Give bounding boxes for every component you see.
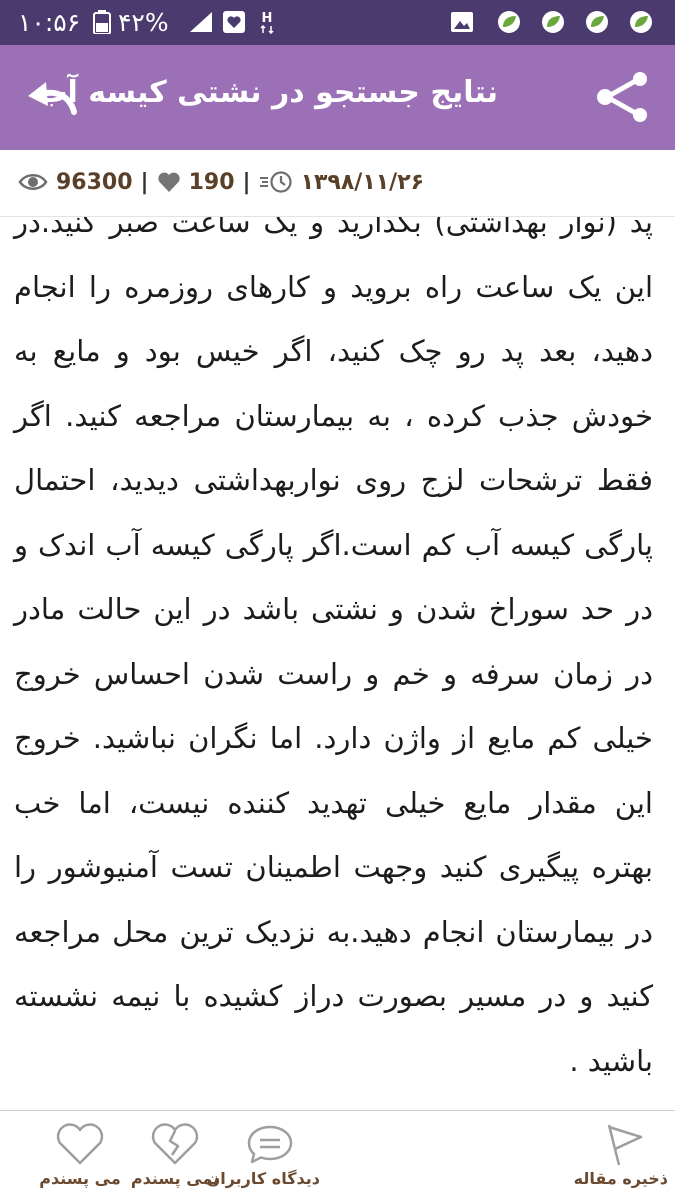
meta-separator: |	[140, 169, 149, 195]
bottom-action-bar: می پسندم نمی پسندم دیدگاه کاربران ذخیره …	[0, 1110, 675, 1201]
comment-icon	[247, 1125, 293, 1164]
comments-button[interactable]: دیدگاه کاربران	[206, 1111, 320, 1201]
like-label: می پسندم	[39, 1169, 121, 1188]
flag-icon	[607, 1124, 643, 1166]
signal-icon	[190, 12, 212, 32]
article-date: ۱۳۹۸/۱۱/۲۶	[300, 169, 425, 195]
views-count: 96300	[56, 169, 133, 195]
save-label: ذخیره مقاله	[573, 1169, 668, 1188]
clock-icon	[259, 171, 292, 193]
eye-icon	[18, 174, 48, 190]
image-icon	[451, 12, 473, 32]
heart-icon	[157, 172, 180, 192]
like-button[interactable]: می پسندم	[20, 1111, 140, 1201]
share-icon[interactable]	[595, 71, 651, 123]
data-h-icon: H	[260, 11, 274, 34]
heart-outline-icon	[56, 1123, 104, 1165]
page-title: نتایج جستجو در نشتی کیسه آب	[37, 75, 498, 110]
app-bar: نتایج جستجو در نشتی کیسه آب	[0, 45, 675, 150]
svg-text:H: H	[262, 11, 273, 26]
meta-separator: |	[242, 169, 251, 195]
status-bar: ۱۰:۵۶ ۴۲% H	[0, 0, 675, 45]
article-body: پد (نوار بهداشتی) بگذارید و یک ساعت صبر …	[14, 217, 653, 1078]
app-leaf-icon	[498, 11, 652, 33]
status-time: ۱۰:۵۶	[18, 8, 81, 37]
article-meta: 96300 | 190 | ۱۳۹۸/۱۱/۲۶	[0, 150, 675, 217]
broken-heart-icon	[151, 1123, 199, 1165]
heart-app-icon	[223, 11, 245, 33]
battery-icon	[93, 10, 111, 34]
article-scroll-area[interactable]: پد (نوار بهداشتی) بگذارید و یک ساعت صبر …	[0, 217, 675, 1107]
battery-percent: ۴۲%	[118, 8, 169, 37]
comments-label: دیدگاه کاربران	[206, 1169, 320, 1188]
save-article-button[interactable]: ذخیره مقاله	[573, 1111, 668, 1201]
likes-count: 190	[188, 169, 235, 195]
